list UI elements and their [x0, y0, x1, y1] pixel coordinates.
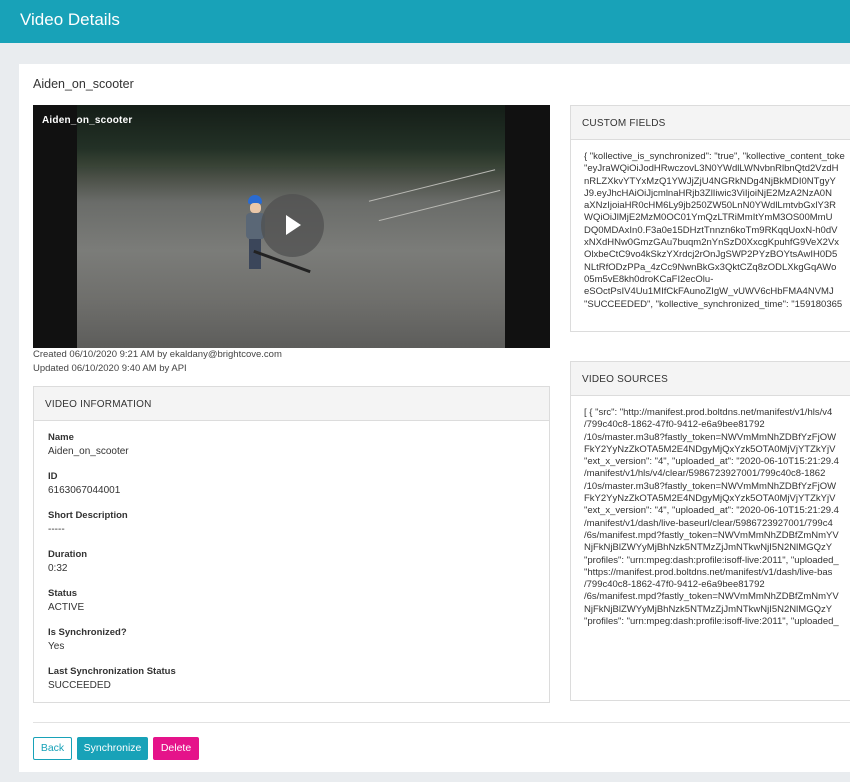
field-is-synchronized: Is Synchronized? Yes: [48, 626, 535, 654]
video-sources-panel: VIDEO SOURCES [ { "src": "http://manifes…: [570, 361, 850, 701]
field-short-description: Short Description -----: [48, 509, 535, 537]
video-title: Aiden_on_scooter: [33, 77, 134, 91]
video-sources-json: [ { "src": "http://manifest.prod.boltdns…: [584, 407, 839, 628]
field-id: ID 6163067044001: [48, 470, 535, 498]
field-value: SUCCEEDED: [48, 680, 111, 691]
top-bar: Video Details: [0, 0, 850, 43]
field-label: Is Synchronized?: [48, 627, 127, 638]
video-information-fields: Name Aiden_on_scooter ID 6163067044001 S…: [34, 421, 549, 714]
video-information-panel: VIDEO INFORMATION Name Aiden_on_scooter …: [33, 386, 550, 703]
synchronize-button[interactable]: Synchronize: [77, 737, 148, 760]
back-button[interactable]: Back: [33, 737, 72, 760]
field-label: Status: [48, 588, 78, 599]
field-value: Aiden_on_scooter: [48, 446, 129, 457]
video-sources-heading: VIDEO SOURCES: [571, 362, 850, 396]
video-details-card: Aiden_on_scooter Aiden_on_scooter Create…: [19, 64, 850, 772]
face: [250, 203, 261, 213]
field-duration: Duration 0:32: [48, 548, 535, 576]
field-status: Status ACTIVE: [48, 587, 535, 615]
custom-fields-json: { "kollective_is_synchronized": "true", …: [584, 151, 845, 310]
video-player[interactable]: Aiden_on_scooter: [33, 105, 550, 348]
field-label: ID: [48, 471, 58, 482]
field-value: Yes: [48, 641, 65, 652]
custom-fields-panel: CUSTOM FIELDS { "kollective_is_synchroni…: [570, 105, 850, 332]
field-label: Name: [48, 432, 74, 443]
field-value: 6163067044001: [48, 485, 121, 496]
field-last-sync-status: Last Synchronization Status SUCCEEDED: [48, 665, 535, 693]
actions-divider: [33, 722, 850, 723]
field-name: Name Aiden_on_scooter: [48, 431, 535, 459]
created-info: Created 06/10/2020 9:21 AM by ekaldany@b…: [33, 349, 282, 360]
delete-button[interactable]: Delete: [153, 737, 199, 760]
play-icon: [286, 215, 301, 235]
field-value: 0:32: [48, 563, 68, 574]
field-label: Last Synchronization Status: [48, 666, 176, 677]
field-value: -----: [48, 524, 65, 535]
field-value: ACTIVE: [48, 602, 85, 613]
custom-fields-heading: CUSTOM FIELDS: [571, 106, 850, 140]
play-button[interactable]: [261, 194, 324, 257]
player-overlay-title: Aiden_on_scooter: [42, 115, 133, 126]
background-trees: [77, 105, 505, 167]
field-label: Duration: [48, 549, 88, 560]
field-label: Short Description: [48, 510, 128, 521]
video-information-heading: VIDEO INFORMATION: [34, 387, 549, 421]
page-title: Video Details: [20, 10, 120, 29]
updated-info: Updated 06/10/2020 9:40 AM by API: [33, 363, 187, 374]
